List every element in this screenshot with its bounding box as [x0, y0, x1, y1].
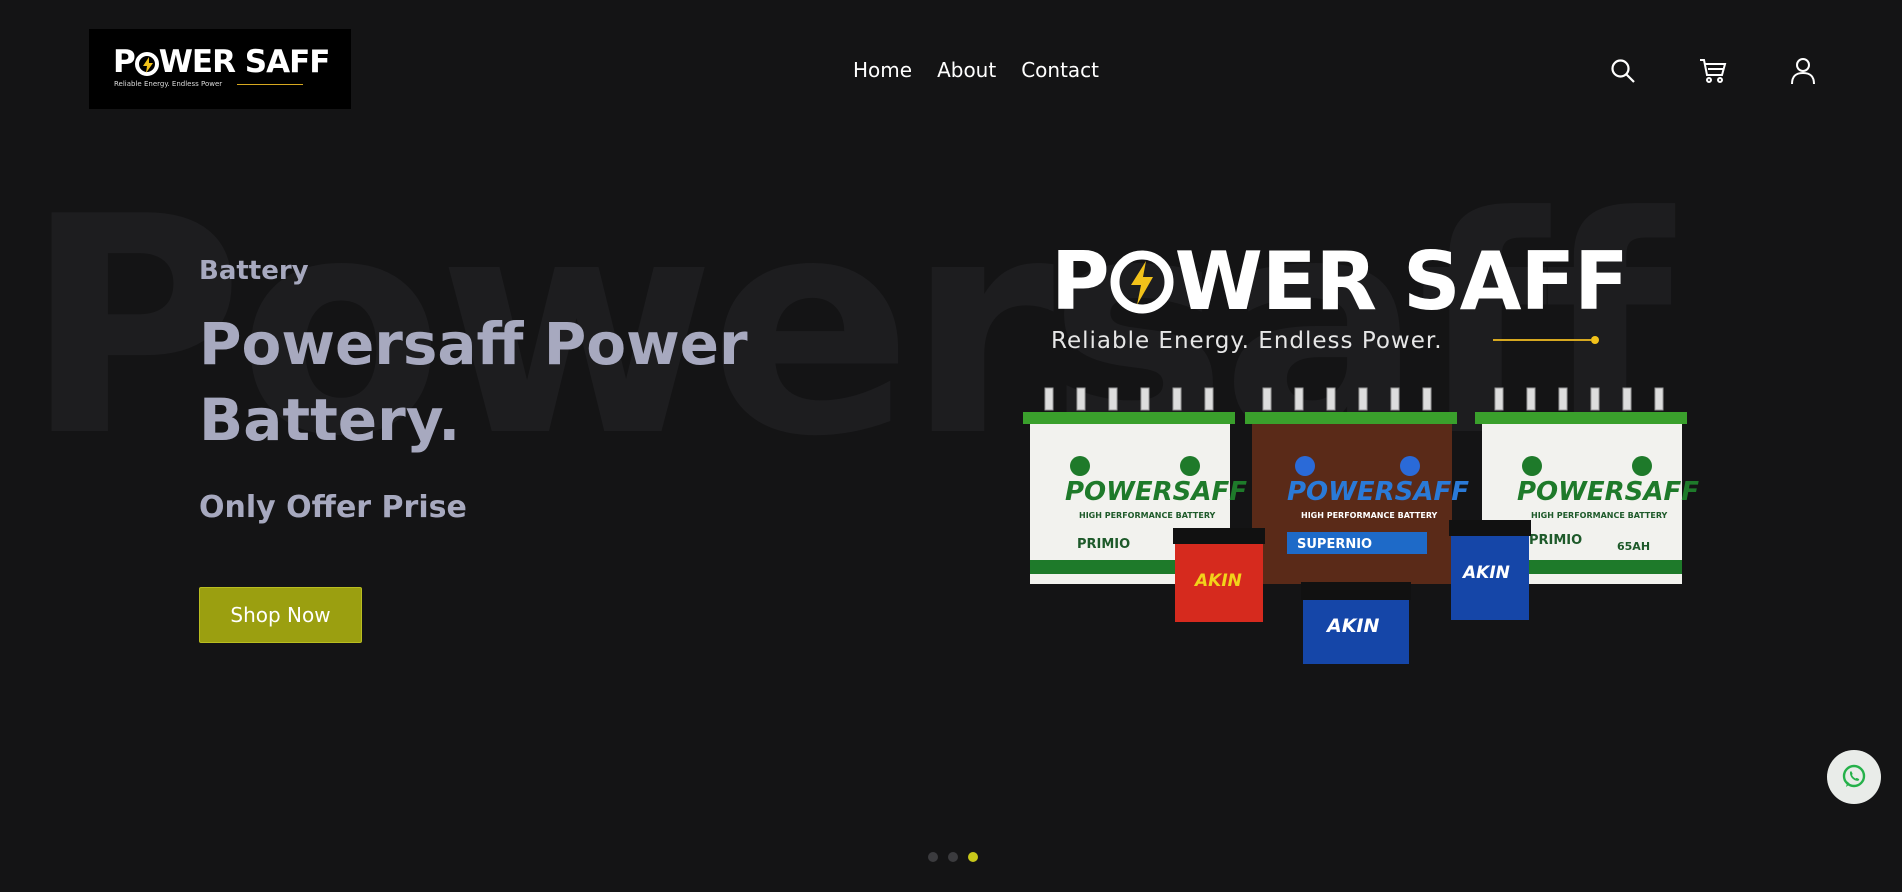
svg-text:HIGH PERFORMANCE BATTERY: HIGH PERFORMANCE BATTERY	[1301, 511, 1438, 520]
slider-dot-2[interactable]	[948, 852, 958, 862]
whatsapp-button[interactable]	[1827, 750, 1881, 804]
svg-text:POWERSAFF: POWERSAFF	[1287, 477, 1469, 507]
nav-about[interactable]: About	[937, 56, 996, 84]
svg-text:PRIMIO: PRIMIO	[1077, 537, 1130, 552]
page: P WER SAFF Reliable Energy. Endless Power…	[0, 0, 1902, 892]
nav-contact[interactable]: Contact	[1021, 56, 1099, 84]
whatsapp-icon	[1842, 764, 1866, 788]
site-header: P WER SAFF Reliable Energy. Endless Power…	[0, 0, 1902, 140]
battery-supernio: POWERSAFF HIGH PERFORMANCE BATTERY SUPER…	[1245, 412, 1469, 584]
svg-text:HIGH PERFORMANCE BATTERY: HIGH PERFORMANCE BATTERY	[1079, 511, 1216, 520]
battery-group: POWERSAFF HIGH PERFORMANCE BATTERY PRIMI…	[1023, 387, 1699, 664]
hero-product-image: P WER SAFF Reliable Energy. Endless Power…	[1005, 230, 1705, 670]
battery-akin-blue-front: AKIN	[1301, 582, 1411, 664]
battery-akin-blue-right: AKIN	[1449, 520, 1531, 620]
main-nav: Home About Contact	[853, 56, 1099, 84]
slider-dot-3[interactable]	[968, 852, 978, 862]
svg-text:POWERSAFF: POWERSAFF	[1065, 477, 1247, 507]
svg-text:HIGH PERFORMANCE BATTERY: HIGH PERFORMANCE BATTERY	[1531, 511, 1668, 520]
bolt-icon	[134, 52, 159, 76]
logo-tagline: Reliable Energy. Endless Power	[114, 80, 223, 88]
svg-text:POWERSAFF: POWERSAFF	[1517, 477, 1699, 507]
battery-akin-red: AKIN	[1173, 528, 1265, 622]
svg-text:AKIN: AKIN	[1193, 571, 1242, 591]
hero-offer-text: Only Offer Prise	[199, 490, 467, 525]
logo-underline	[237, 84, 303, 85]
logo-wordmark: P WER SAFF	[113, 44, 330, 80]
svg-text:PRIMIO: PRIMIO	[1529, 533, 1582, 548]
cart-icon[interactable]	[1698, 56, 1728, 86]
search-icon[interactable]	[1608, 56, 1638, 86]
svg-text:AKIN: AKIN	[1325, 615, 1379, 637]
hero-subtitle: Battery	[199, 256, 309, 286]
terminal-row-mid	[1262, 387, 1432, 411]
svg-text:65AH: 65AH	[1617, 540, 1650, 553]
nav-home[interactable]: Home	[853, 56, 912, 84]
terminal-row-left	[1044, 387, 1214, 411]
logo[interactable]: P WER SAFF Reliable Energy. Endless Power	[89, 29, 351, 109]
banner-tagline-line	[1493, 336, 1599, 344]
shop-now-button[interactable]: Shop Now	[199, 587, 362, 643]
slider-dots	[928, 852, 978, 862]
terminal-row-right	[1494, 387, 1664, 411]
hero-title: Powersaff Power Battery.	[199, 310, 748, 454]
svg-text:AKIN: AKIN	[1461, 563, 1510, 583]
user-icon[interactable]	[1788, 56, 1818, 86]
slider-dot-1[interactable]	[928, 852, 938, 862]
svg-text:SUPERNIO: SUPERNIO	[1297, 537, 1372, 552]
